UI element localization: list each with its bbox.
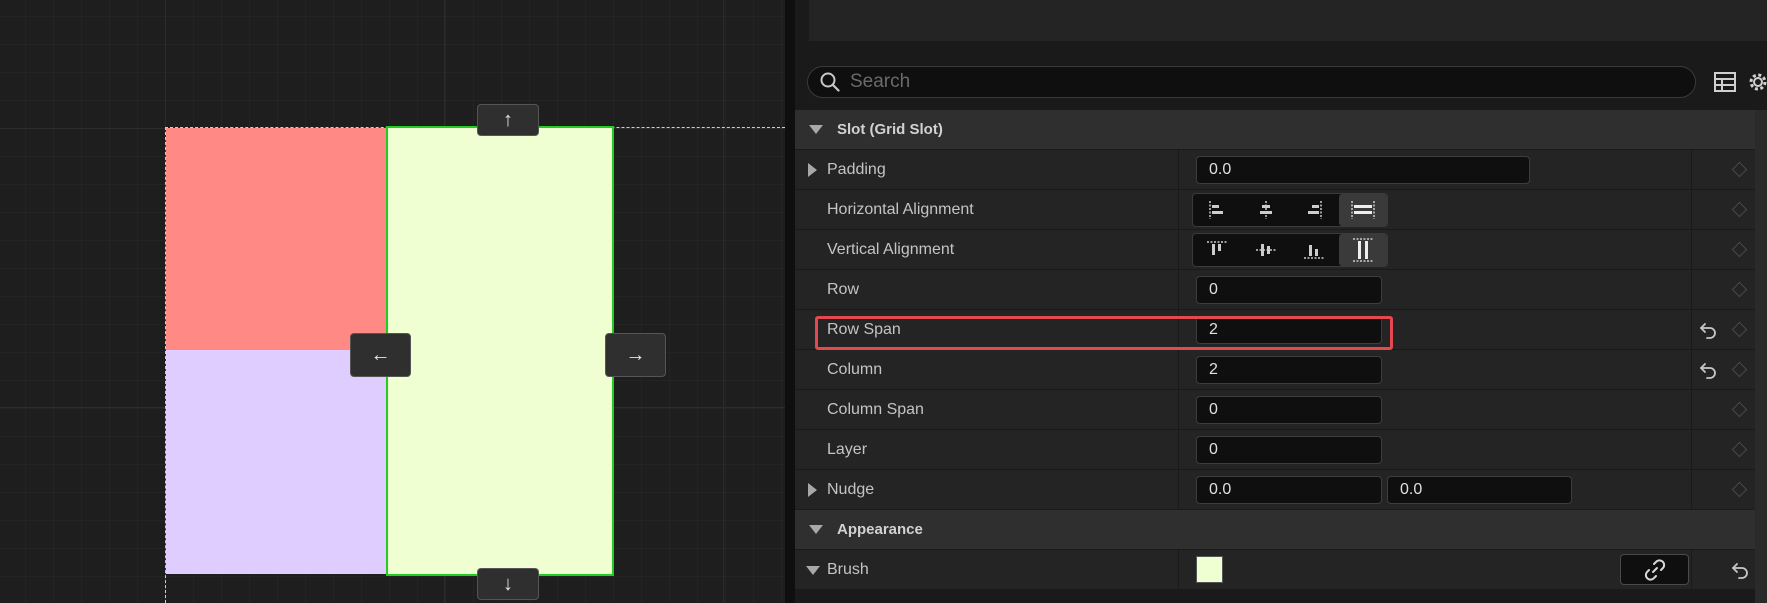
table-view-icon[interactable] <box>1712 69 1738 95</box>
keyframe-diamond-icon[interactable] <box>1731 361 1748 378</box>
move-left-handle[interactable]: ← <box>350 333 411 377</box>
reset-to-default-icon[interactable] <box>1730 561 1750 579</box>
property-label: Layer <box>827 441 868 458</box>
reset-to-default-icon[interactable] <box>1698 321 1718 339</box>
nudge-x-input[interactable] <box>1196 476 1382 504</box>
keyframe-diamond-icon[interactable] <box>1731 281 1748 298</box>
vertical-alignment-group <box>1192 233 1388 267</box>
details-panel: Slot (Grid Slot) Padding Horizontal Alig… <box>795 0 1767 603</box>
property-row-column-span: Column Span <box>795 390 1755 430</box>
property-row-brush: Brush <box>795 550 1755 590</box>
align-top-icon[interactable] <box>1193 234 1242 266</box>
row-input[interactable] <box>1196 276 1382 304</box>
property-row-column: Column <box>795 350 1755 390</box>
keyframe-diamond-icon[interactable] <box>1731 241 1748 258</box>
search-box[interactable] <box>807 66 1696 98</box>
settings-gear-icon[interactable] <box>1745 69 1767 95</box>
property-label: Nudge <box>827 481 875 498</box>
row-span-input[interactable] <box>1196 316 1382 344</box>
section-slot-grid-slot[interactable]: Slot (Grid Slot) <box>795 110 1755 150</box>
collapse-arrow-icon <box>809 525 823 534</box>
details-header-strip <box>809 0 1767 41</box>
keyframe-diamond-icon[interactable] <box>1731 401 1748 418</box>
property-label: Column <box>827 361 883 378</box>
property-label: Horizontal Alignment <box>827 201 974 218</box>
align-left-icon[interactable] <box>1193 194 1242 226</box>
align-fill-horizontal-icon[interactable] <box>1338 194 1387 226</box>
property-row-horizontal-alignment: Horizontal Alignment <box>795 190 1755 230</box>
move-right-handle[interactable]: → <box>605 333 666 377</box>
horizontal-alignment-group <box>1192 193 1388 227</box>
column-span-input[interactable] <box>1196 396 1382 424</box>
keyframe-diamond-icon[interactable] <box>1731 481 1748 498</box>
section-title: Slot (Grid Slot) <box>837 121 943 138</box>
align-bottom-icon[interactable] <box>1290 234 1339 266</box>
grid-cell-lavender[interactable] <box>166 350 387 574</box>
link-button[interactable] <box>1620 554 1689 585</box>
link-icon <box>1644 558 1665 581</box>
keyframe-diamond-icon[interactable] <box>1731 321 1748 338</box>
collapse-arrow-icon <box>809 125 823 134</box>
align-fill-vertical-icon[interactable] <box>1338 234 1387 266</box>
property-row-row-span: Row Span <box>795 310 1755 350</box>
panel-splitter[interactable] <box>785 0 795 603</box>
property-label: Padding <box>827 161 886 178</box>
property-row-vertical-alignment: Vertical Alignment <box>795 230 1755 270</box>
property-row-padding: Padding <box>795 150 1755 190</box>
column-input[interactable] <box>1196 356 1382 384</box>
grid-cell-red[interactable] <box>166 128 387 350</box>
padding-input[interactable] <box>1196 156 1530 184</box>
align-center-icon[interactable] <box>1242 194 1291 226</box>
property-label: Column Span <box>827 401 924 418</box>
property-row-row: Row <box>795 270 1755 310</box>
property-label: Row <box>827 281 860 298</box>
property-row-layer: Layer <box>795 430 1755 470</box>
property-row-nudge: Nudge <box>795 470 1755 510</box>
grid-cell-yellow-green[interactable] <box>386 126 614 576</box>
details-scrollbar[interactable] <box>1755 110 1767 603</box>
section-appearance[interactable]: Appearance <box>795 510 1755 550</box>
keyframe-diamond-icon[interactable] <box>1731 161 1748 178</box>
move-down-handle[interactable]: ↓ <box>477 568 539 600</box>
search-input[interactable] <box>850 71 1670 93</box>
align-right-icon[interactable] <box>1290 194 1339 226</box>
property-label: Brush <box>827 561 869 578</box>
nudge-y-input[interactable] <box>1387 476 1572 504</box>
align-middle-icon[interactable] <box>1242 234 1291 266</box>
search-icon <box>820 72 840 92</box>
collapse-arrow-icon[interactable] <box>806 566 820 575</box>
brush-color-swatch[interactable] <box>1196 556 1223 583</box>
expand-arrow-icon[interactable] <box>808 163 817 177</box>
reset-to-default-icon[interactable] <box>1698 361 1718 379</box>
expand-arrow-icon[interactable] <box>808 483 817 497</box>
layer-input[interactable] <box>1196 436 1382 464</box>
property-label: Vertical Alignment <box>827 241 955 258</box>
move-up-handle[interactable]: ↑ <box>477 104 539 136</box>
keyframe-diamond-icon[interactable] <box>1731 441 1748 458</box>
section-title: Appearance <box>837 521 923 538</box>
keyframe-diamond-icon[interactable] <box>1731 201 1748 218</box>
designer-canvas[interactable]: ↑ ↓ ← → <box>0 0 785 603</box>
property-label: Row Span <box>827 321 901 338</box>
